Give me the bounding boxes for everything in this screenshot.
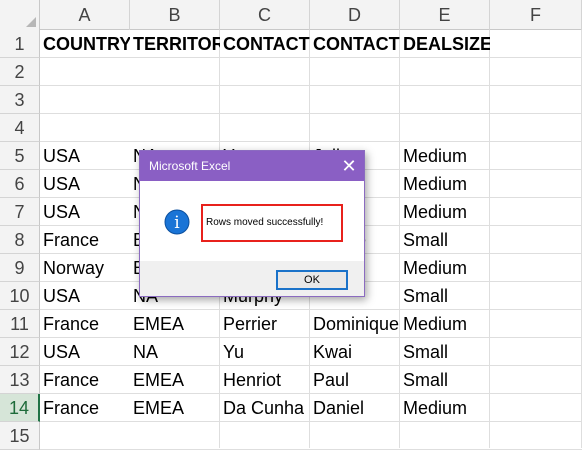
row-header-9[interactable]: 9 <box>0 254 40 282</box>
dialog-title: Microsoft Excel <box>149 159 231 173</box>
cell-a6[interactable]: USA <box>40 170 130 198</box>
cell-a11[interactable]: France <box>40 310 130 338</box>
dialog-message: Rows moved successfully! <box>206 217 324 228</box>
cell-a1[interactable]: COUNTRY <box>40 30 130 58</box>
message-highlight-box: Rows moved successfully! <box>201 204 343 242</box>
cell-a12[interactable]: USA <box>40 338 130 366</box>
cell-c11[interactable]: Perrier <box>220 310 310 338</box>
row-header-10[interactable]: 10 <box>0 282 40 310</box>
row-header-6[interactable]: 6 <box>0 170 40 198</box>
cell-e1[interactable]: DEALSIZE <box>400 30 490 58</box>
close-icon[interactable]: ✕ <box>334 151 364 181</box>
cell-e6[interactable]: Medium <box>400 170 490 198</box>
dialog-body: i Rows moved successfully! <box>140 181 364 261</box>
cell-a5[interactable]: USA <box>40 142 130 170</box>
cell-a13[interactable]: France <box>40 366 130 394</box>
cell-d11[interactable]: Dominique <box>310 310 400 338</box>
column-header-e[interactable]: E <box>400 0 490 30</box>
row-header-15[interactable]: 15 <box>0 422 40 450</box>
cell-e8[interactable]: Small <box>400 226 490 254</box>
column-header-c[interactable]: C <box>220 0 310 30</box>
cell-e10[interactable]: Small <box>400 282 490 310</box>
cell-c13[interactable]: Henriot <box>220 366 310 394</box>
row-header-8[interactable]: 8 <box>0 226 40 254</box>
info-icon: i <box>164 209 190 235</box>
row-header-2[interactable]: 2 <box>0 58 40 86</box>
cell-e9[interactable]: Medium <box>400 254 490 282</box>
dialog-footer: OK <box>140 261 364 296</box>
cell-b14[interactable]: EMEA <box>130 394 220 422</box>
row-header-12[interactable]: 12 <box>0 338 40 366</box>
cell-d13[interactable]: Paul <box>310 366 400 394</box>
select-all-corner[interactable] <box>0 0 40 30</box>
cell-e11[interactable]: Medium <box>400 310 490 338</box>
cell-e5[interactable]: Medium <box>400 142 490 170</box>
cell-b13[interactable]: EMEA <box>130 366 220 394</box>
gridline <box>40 113 582 114</box>
cell-b11[interactable]: EMEA <box>130 310 220 338</box>
cell-e14[interactable]: Medium <box>400 394 490 422</box>
cell-d12[interactable]: Kwai <box>310 338 400 366</box>
row-header-13[interactable]: 13 <box>0 366 40 394</box>
column-header-f[interactable]: F <box>490 0 582 30</box>
ok-button[interactable]: OK <box>276 270 348 290</box>
row-header-7[interactable]: 7 <box>0 198 40 226</box>
cell-d1[interactable]: CONTACTI <box>310 30 400 58</box>
column-header-d[interactable]: D <box>310 0 400 30</box>
row-header-14[interactable]: 14 <box>0 394 40 422</box>
cell-c12[interactable]: Yu <box>220 338 310 366</box>
cell-a14[interactable]: France <box>40 394 130 422</box>
cell-e13[interactable]: Small <box>400 366 490 394</box>
cell-b1[interactable]: TERRITOR <box>130 30 220 58</box>
cell-c1[interactable]: CONTACTI <box>220 30 310 58</box>
dialog-titlebar[interactable]: Microsoft Excel ✕ <box>140 151 364 181</box>
row-header-4[interactable]: 4 <box>0 114 40 142</box>
cell-b12[interactable]: NA <box>130 338 220 366</box>
row-header-3[interactable]: 3 <box>0 86 40 114</box>
cell-e7[interactable]: Medium <box>400 198 490 226</box>
cell-a8[interactable]: France <box>40 226 130 254</box>
cell-e12[interactable]: Small <box>400 338 490 366</box>
cell-a9[interactable]: Norway <box>40 254 130 282</box>
cell-a7[interactable]: USA <box>40 198 130 226</box>
row-header-5[interactable]: 5 <box>0 142 40 170</box>
row-header-11[interactable]: 11 <box>0 310 40 338</box>
info-icon-glyph: i <box>174 213 180 233</box>
cell-c14[interactable]: Da Cunha <box>220 394 310 422</box>
gridline <box>40 85 582 86</box>
cell-a10[interactable]: USA <box>40 282 130 310</box>
message-dialog: Microsoft Excel ✕ i Rows moved successfu… <box>139 150 365 297</box>
row-header-1[interactable]: 1 <box>0 30 40 58</box>
column-header-b[interactable]: B <box>130 0 220 30</box>
cell-d14[interactable]: Daniel <box>310 394 400 422</box>
column-header-a[interactable]: A <box>40 0 130 30</box>
